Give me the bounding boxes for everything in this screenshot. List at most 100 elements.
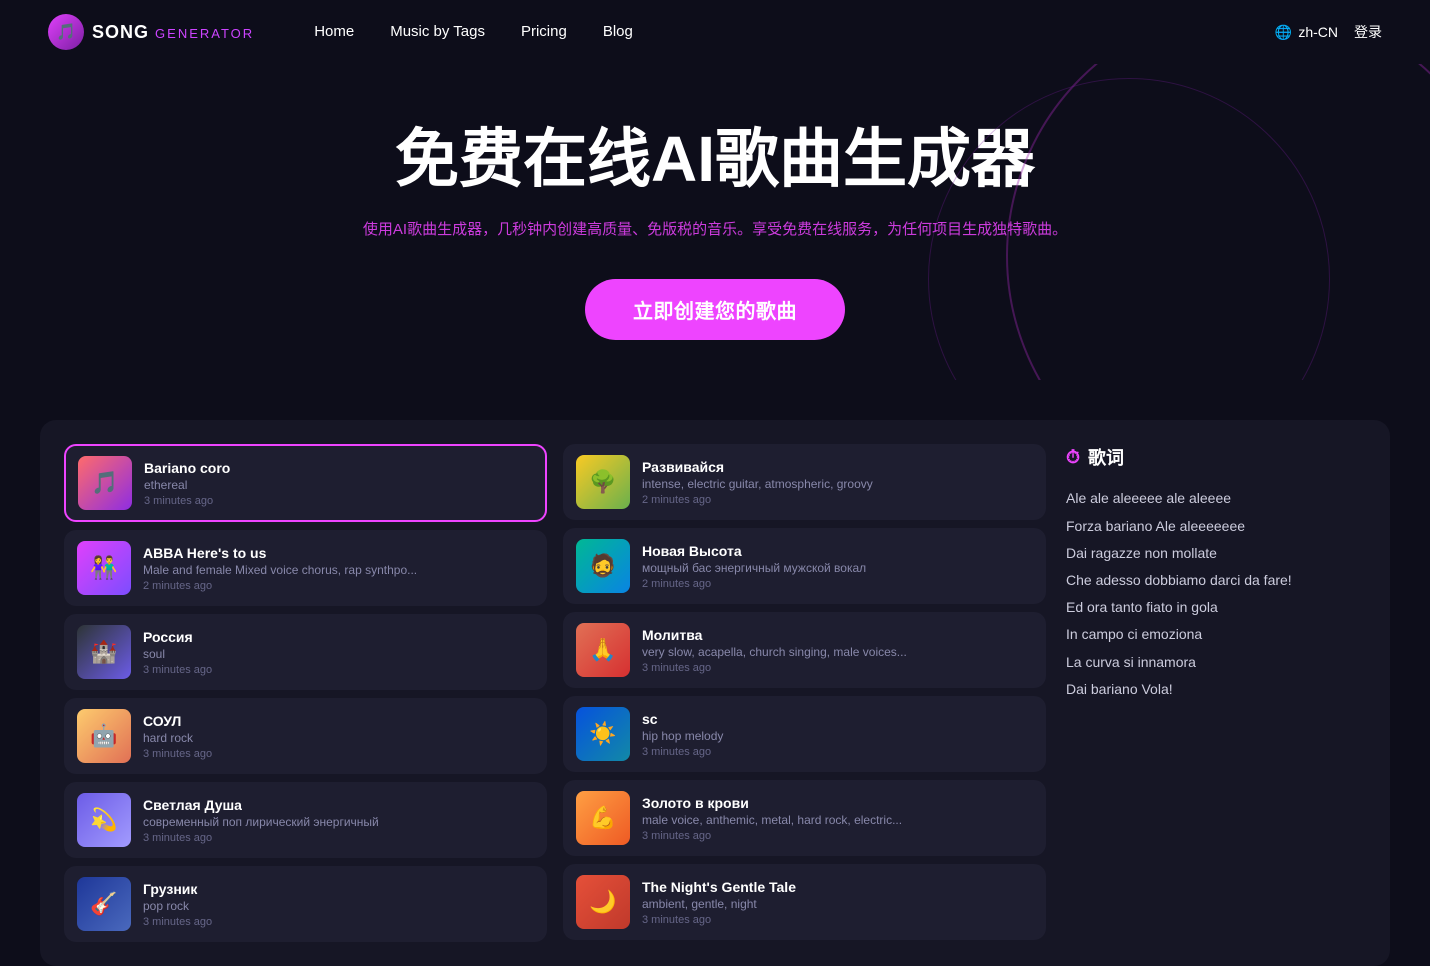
- song-info: Золото в крови male voice, anthemic, met…: [642, 795, 1033, 842]
- lyrics-panel: ⏱ 歌词 Ale ale aleeeee ale aleeee Forza bar…: [1066, 444, 1366, 942]
- song-card[interactable]: 🙏 Молитва very slow, acapella, church si…: [563, 612, 1046, 688]
- song-info: СОУЛ hard rock 3 minutes ago: [143, 713, 534, 760]
- song-title: Светлая Душа: [143, 797, 534, 813]
- lyrics-line: La curva si innamora: [1066, 650, 1366, 675]
- song-thumbnail: 🧔: [576, 539, 630, 593]
- song-tags: hard rock: [143, 731, 534, 745]
- songs-left-column: 🎵 Bariano coro ethereal 3 minutes ago 👫 …: [64, 444, 547, 942]
- song-info: Грузник pop rock 3 minutes ago: [143, 881, 534, 928]
- song-time: 3 minutes ago: [143, 748, 534, 760]
- song-thumbnail: 🏰: [77, 625, 131, 679]
- lyrics-line: Forza bariano Ale aleeeeeee: [1066, 514, 1366, 539]
- nav-blog[interactable]: Blog: [603, 23, 633, 40]
- song-info: ABBA Here's to us Male and female Mixed …: [143, 545, 534, 592]
- song-thumbnail: 🙏: [576, 623, 630, 677]
- nav-links: Home Music by Tags Pricing Blog: [314, 23, 633, 41]
- song-thumbnail: 🌙: [576, 875, 630, 929]
- song-card[interactable]: 🤖 СОУЛ hard rock 3 minutes ago: [64, 698, 547, 774]
- song-time: 2 minutes ago: [642, 578, 1033, 590]
- song-title: The Night's Gentle Tale: [642, 879, 1033, 895]
- song-title: ABBA Here's to us: [143, 545, 534, 561]
- song-thumbnail: 🎸: [77, 877, 131, 931]
- song-info: Молитва very slow, acapella, church sing…: [642, 627, 1033, 674]
- cta-button[interactable]: 立即创建您的歌曲: [585, 279, 845, 340]
- song-info: sc hip hop melody 3 minutes ago: [642, 711, 1033, 758]
- song-thumbnail: 🌳: [576, 455, 630, 509]
- song-title: Bariano coro: [144, 460, 533, 476]
- song-thumbnail: 💪: [576, 791, 630, 845]
- song-card[interactable]: 💪 Золото в крови male voice, anthemic, m…: [563, 780, 1046, 856]
- song-card[interactable]: 🧔 Новая Высота мощный бас энергичный муж…: [563, 528, 1046, 604]
- song-title: Молитва: [642, 627, 1033, 643]
- song-card[interactable]: ☀️ sc hip hop melody 3 minutes ago: [563, 696, 1046, 772]
- lang-icon: 🌐: [1275, 24, 1292, 41]
- song-tags: мощный бас энергичный мужской вокал: [642, 561, 1033, 575]
- hero-title: 免费在线AI歌曲生成器: [20, 124, 1410, 194]
- lyrics-icon: ⏱: [1066, 447, 1080, 468]
- song-tags: hip hop melody: [642, 729, 1033, 743]
- song-card[interactable]: 👫 ABBA Here's to us Male and female Mixe…: [64, 530, 547, 606]
- logo-icon: 🎵: [48, 14, 84, 50]
- song-info: Развивайся intense, electric guitar, atm…: [642, 459, 1033, 506]
- song-card[interactable]: 💫 Светлая Душа современный поп лирически…: [64, 782, 547, 858]
- navbar: 🎵 SONG GENERATOR Home Music by Tags Pric…: [0, 0, 1430, 64]
- lyrics-title: 歌词: [1088, 444, 1124, 470]
- song-tags: ambient, gentle, night: [642, 897, 1033, 911]
- song-tags: ethereal: [144, 478, 533, 492]
- song-card[interactable]: 🎸 Грузник pop rock 3 minutes ago: [64, 866, 547, 942]
- lyrics-line: In campo ci emoziona: [1066, 622, 1366, 647]
- song-thumbnail: 🤖: [77, 709, 131, 763]
- song-time: 3 minutes ago: [642, 746, 1033, 758]
- songs-columns: 🎵 Bariano coro ethereal 3 minutes ago 👫 …: [64, 444, 1046, 942]
- nav-right: 🌐 zh-CN 登录: [1275, 22, 1382, 42]
- song-time: 3 minutes ago: [642, 662, 1033, 674]
- song-info: The Night's Gentle Tale ambient, gentle,…: [642, 879, 1033, 926]
- song-thumbnail: 👫: [77, 541, 131, 595]
- song-tags: soul: [143, 647, 534, 661]
- song-tags: pop rock: [143, 899, 534, 913]
- logo[interactable]: 🎵 SONG GENERATOR: [48, 14, 254, 50]
- lyrics-line: Ed ora tanto fiato in gola: [1066, 595, 1366, 620]
- song-card[interactable]: 🎵 Bariano coro ethereal 3 minutes ago: [64, 444, 547, 522]
- song-card[interactable]: 🌙 The Night's Gentle Tale ambient, gentl…: [563, 864, 1046, 940]
- song-tags: современный поп лирический энергичный: [143, 815, 534, 829]
- song-title: Россия: [143, 629, 534, 645]
- nav-pricing[interactable]: Pricing: [521, 23, 567, 40]
- song-time: 3 minutes ago: [143, 664, 534, 676]
- song-title: sc: [642, 711, 1033, 727]
- song-time: 3 minutes ago: [143, 832, 534, 844]
- song-title: Новая Высота: [642, 543, 1033, 559]
- song-title: Развивайся: [642, 459, 1033, 475]
- song-thumbnail: ☀️: [576, 707, 630, 761]
- lyrics-line: Che adesso dobbiamo darci da fare!: [1066, 568, 1366, 593]
- song-card[interactable]: 🏰 Россия soul 3 minutes ago: [64, 614, 547, 690]
- song-time: 2 minutes ago: [143, 580, 534, 592]
- song-time: 3 minutes ago: [642, 914, 1033, 926]
- song-time: 3 minutes ago: [143, 916, 534, 928]
- song-time: 3 minutes ago: [642, 830, 1033, 842]
- song-tags: Male and female Mixed voice chorus, rap …: [143, 563, 534, 577]
- song-time: 3 minutes ago: [144, 495, 533, 507]
- lyrics-header: ⏱ 歌词: [1066, 444, 1366, 470]
- nav-home[interactable]: Home: [314, 23, 354, 40]
- nav-music-by-tags[interactable]: Music by Tags: [390, 23, 485, 40]
- song-info: Светлая Душа современный поп лирический …: [143, 797, 534, 844]
- lyrics-line: Dai bariano Vola!: [1066, 677, 1366, 702]
- content-section: 🎵 Bariano coro ethereal 3 minutes ago 👫 …: [40, 420, 1390, 966]
- song-info: Россия soul 3 minutes ago: [143, 629, 534, 676]
- logo-text: SONG GENERATOR: [92, 22, 254, 43]
- song-tags: very slow, acapella, church singing, mal…: [642, 645, 1033, 659]
- song-tags: male voice, anthemic, metal, hard rock, …: [642, 813, 1033, 827]
- login-button[interactable]: 登录: [1354, 22, 1382, 42]
- language-selector[interactable]: 🌐 zh-CN: [1275, 24, 1338, 41]
- lyrics-line: Dai ragazze non mollate: [1066, 541, 1366, 566]
- song-title: Грузник: [143, 881, 534, 897]
- lyrics-line: Ale ale aleeeee ale aleeee: [1066, 486, 1366, 511]
- song-title: СОУЛ: [143, 713, 534, 729]
- lang-label: zh-CN: [1298, 24, 1338, 40]
- hero-section: 免费在线AI歌曲生成器 使用AI歌曲生成器，几秒钟内创建高质量、免版税的音乐。享…: [0, 64, 1430, 380]
- lyrics-text: Ale ale aleeeee ale aleeee Forza bariano …: [1066, 486, 1366, 702]
- song-card[interactable]: 🌳 Развивайся intense, electric guitar, a…: [563, 444, 1046, 520]
- song-title: Золото в крови: [642, 795, 1033, 811]
- songs-right-column: 🌳 Развивайся intense, electric guitar, a…: [563, 444, 1046, 942]
